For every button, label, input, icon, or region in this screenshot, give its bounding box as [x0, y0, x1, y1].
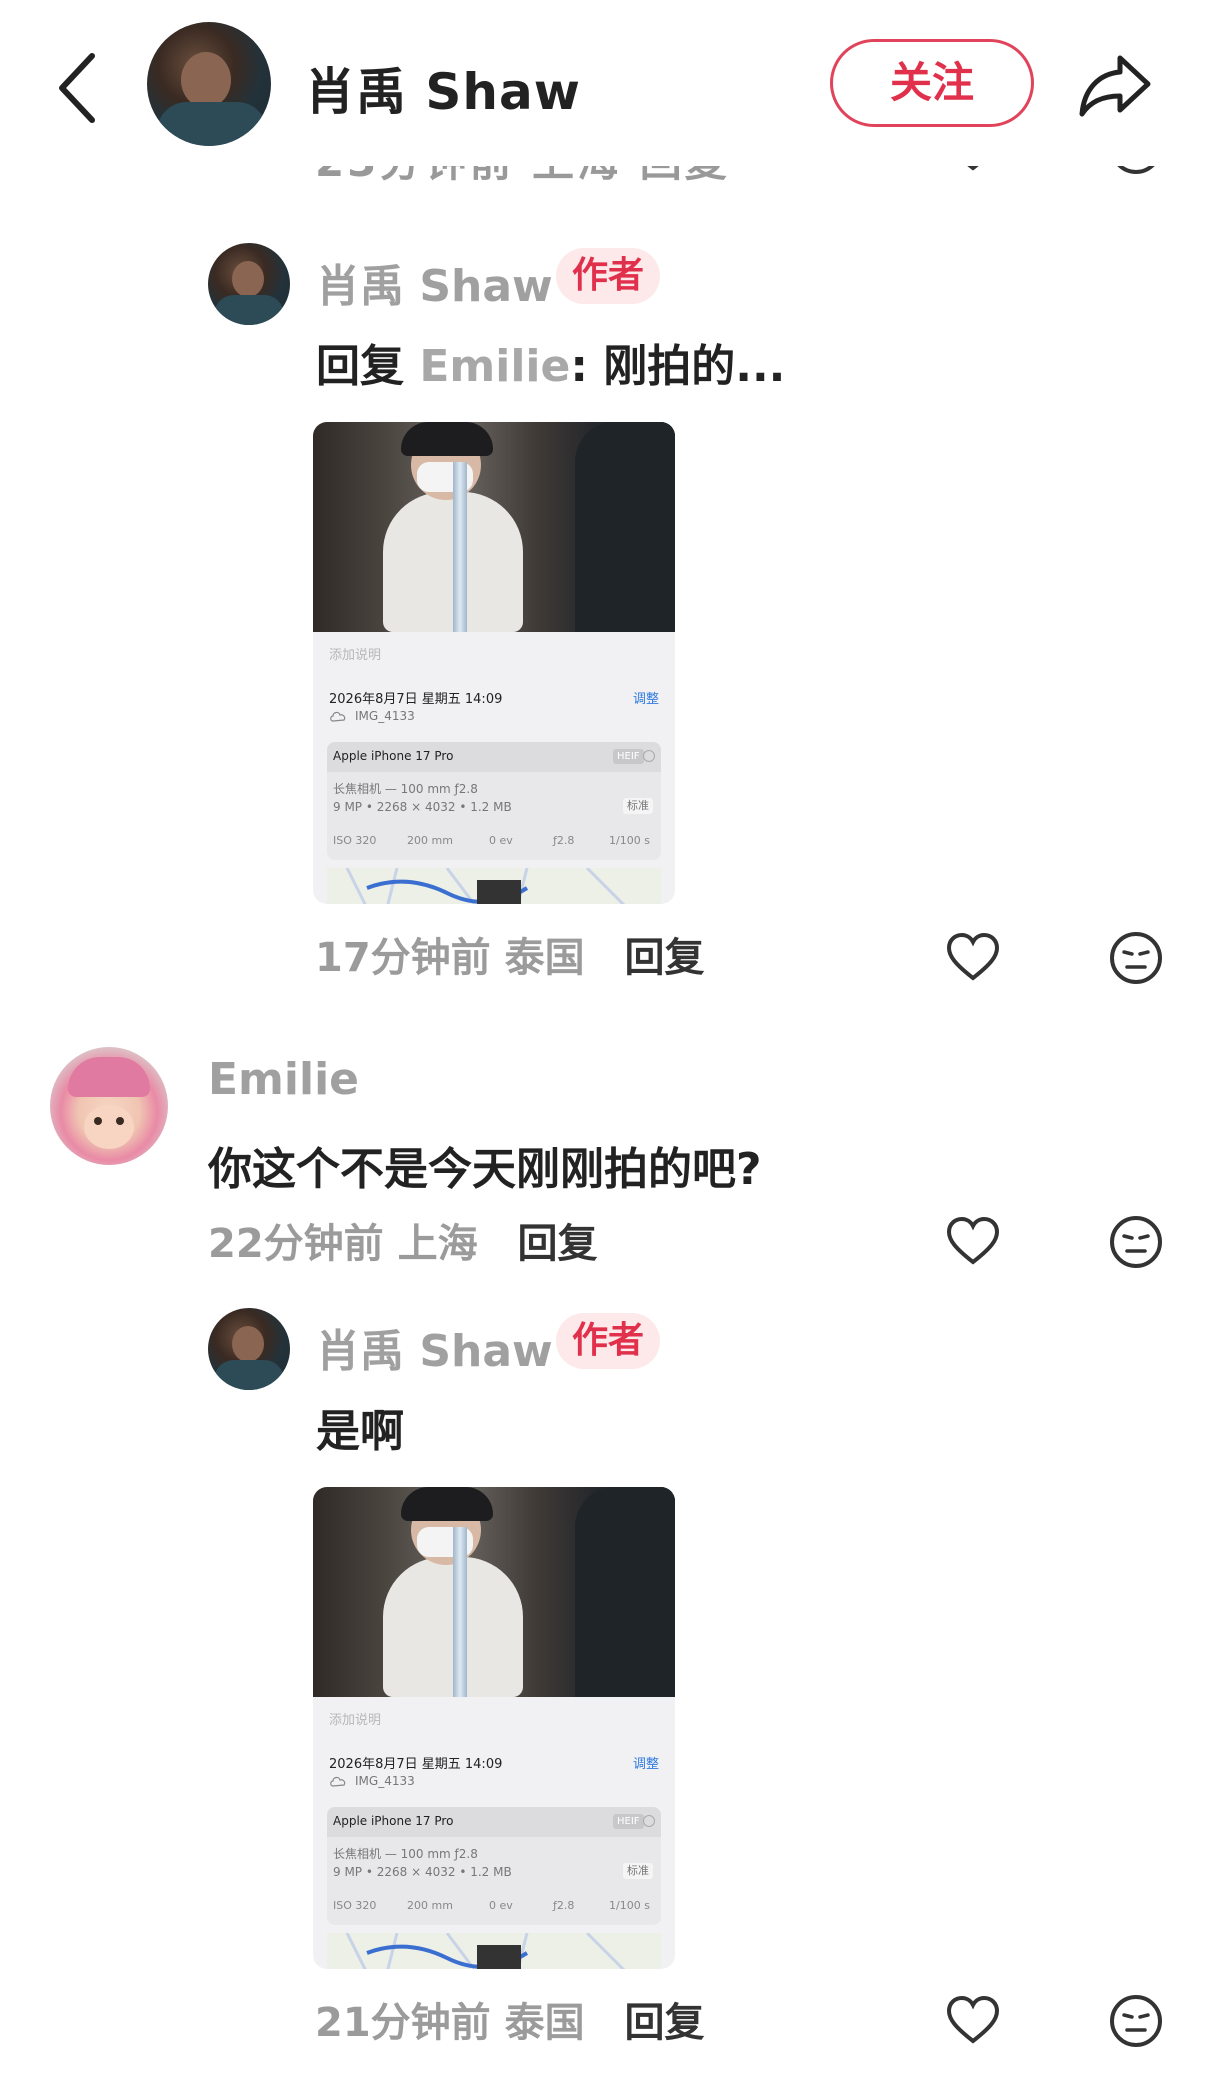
photo-filename: IMG_4133 [355, 709, 415, 723]
author-avatar[interactable] [147, 22, 271, 146]
comment-time: 21分钟前 [315, 2000, 491, 2046]
photo-lens: 长焦相机 — 100 mm ƒ2.8 [333, 782, 478, 796]
photo-aperture: ƒ2.8 [553, 1899, 575, 1912]
photo-date: 2026年8月7日 星期五 14:09 [329, 1757, 503, 1772]
photo-ev: 0 ev [489, 834, 513, 847]
share-icon[interactable] [1076, 50, 1154, 120]
comment-location: 泰国 [504, 935, 585, 981]
comment-text: 是啊 [316, 1406, 404, 1457]
photo-map-thumbnail [327, 1933, 661, 1969]
photo-iso: ISO 320 [333, 1899, 377, 1912]
photo-image [313, 1487, 675, 1697]
reply-button[interactable]: 回复 [518, 1221, 598, 1267]
author-name[interactable]: 肖禹 Shaw [305, 52, 581, 124]
author-tag: 作者 [556, 1313, 661, 1369]
comment-photo[interactable]: 添加说明 2026年8月7日 星期五 14:09 调整 IMG_4133 App… [313, 1487, 675, 1969]
cloud-icon [330, 711, 346, 722]
photo-standard: 标准 [623, 798, 653, 814]
photo-device: Apple iPhone 17 Pro [333, 749, 454, 763]
meh-face-icon[interactable] [1108, 1993, 1164, 2049]
photo-adjust-link: 调整 [632, 692, 659, 707]
comment-author-name[interactable]: 肖禹 Shaw [316, 250, 553, 314]
meh-face-icon[interactable] [1108, 930, 1164, 986]
photo-focal: 200 mm [407, 834, 453, 847]
mention-user[interactable]: Emilie [419, 341, 570, 392]
author-avatar-small[interactable] [208, 243, 290, 325]
comment-location: 上海 [397, 1221, 478, 1267]
author-avatar-small[interactable] [208, 1308, 290, 1390]
heart-icon[interactable] [945, 930, 1001, 986]
follow-button[interactable]: 关注 [830, 39, 1034, 127]
photo-size: 9 MP • 2268 × 4032 • 1.2 MB [333, 800, 512, 814]
photo-format-badge: HEIF [613, 1814, 644, 1829]
comment-author-name[interactable]: Emilie [208, 1054, 359, 1105]
photo-caption-placeholder: 添加说明 [329, 648, 382, 663]
photo-format-badge: HEIF [613, 749, 644, 764]
comment-meta: 22分钟前 上海 回复 [208, 1211, 598, 1269]
photo-map-thumbnail [327, 868, 661, 904]
comment-location: 泰国 [504, 2000, 585, 2046]
comment-text: 你这个不是今天刚刚拍的吧? [208, 1144, 762, 1195]
photo-image [313, 422, 675, 632]
photo-standard: 标准 [623, 1863, 653, 1879]
top-bar: 肖禹 Shaw 关注 [0, 0, 1206, 166]
photo-date: 2026年8月7日 星期五 14:09 [329, 692, 503, 707]
photo-caption-placeholder: 添加说明 [329, 1713, 382, 1728]
comment-meta: 21分钟前 泰国 回复 [315, 1990, 705, 2048]
author-tag: 作者 [556, 248, 661, 304]
photo-filename: IMG_4133 [355, 1774, 415, 1788]
photo-device: Apple iPhone 17 Pro [333, 1814, 454, 1828]
photo-exif-box: Apple iPhone 17 Pro HEIF 长焦相机 — 100 mm ƒ… [327, 742, 661, 860]
comment-meta: 17分钟前 泰国 回复 [315, 925, 705, 983]
photo-aperture: ƒ2.8 [553, 834, 575, 847]
photo-focal: 200 mm [407, 1899, 453, 1912]
photo-iso: ISO 320 [333, 834, 377, 847]
cloud-icon [330, 1776, 346, 1787]
reply-button[interactable]: 回复 [625, 2000, 705, 2046]
photo-ev: 0 ev [489, 1899, 513, 1912]
heart-icon[interactable] [945, 1993, 1001, 2049]
photo-lens: 长焦相机 — 100 mm ƒ2.8 [333, 1847, 478, 1861]
comment-time: 22分钟前 [208, 1221, 384, 1267]
back-chevron-icon[interactable] [50, 48, 110, 128]
reply-prefix: 回复 [316, 341, 404, 392]
commenter-avatar[interactable] [50, 1047, 168, 1165]
location-dot-icon [643, 1815, 655, 1827]
comment-photo[interactable]: 添加说明 2026年8月7日 星期五 14:09 调整 IMG_4133 App… [313, 422, 675, 904]
reply-button[interactable]: 回复 [625, 935, 705, 981]
photo-shutter: 1/100 s [609, 834, 650, 847]
photo-shutter: 1/100 s [609, 1899, 650, 1912]
heart-icon[interactable] [945, 1214, 1001, 1270]
comment-text: 回复 Emilie: 刚拍的... [316, 330, 785, 394]
photo-adjust-link: 调整 [632, 1757, 659, 1772]
comment-time: 17分钟前 [315, 935, 491, 981]
meh-face-icon[interactable] [1108, 1214, 1164, 1270]
photo-exif-box: Apple iPhone 17 Pro HEIF 长焦相机 — 100 mm ƒ… [327, 1807, 661, 1925]
location-dot-icon [643, 750, 655, 762]
photo-size: 9 MP • 2268 × 4032 • 1.2 MB [333, 1865, 512, 1879]
comment-author-name[interactable]: 肖禹 Shaw [316, 1315, 553, 1379]
comment-body: : 刚拍的... [570, 341, 786, 392]
